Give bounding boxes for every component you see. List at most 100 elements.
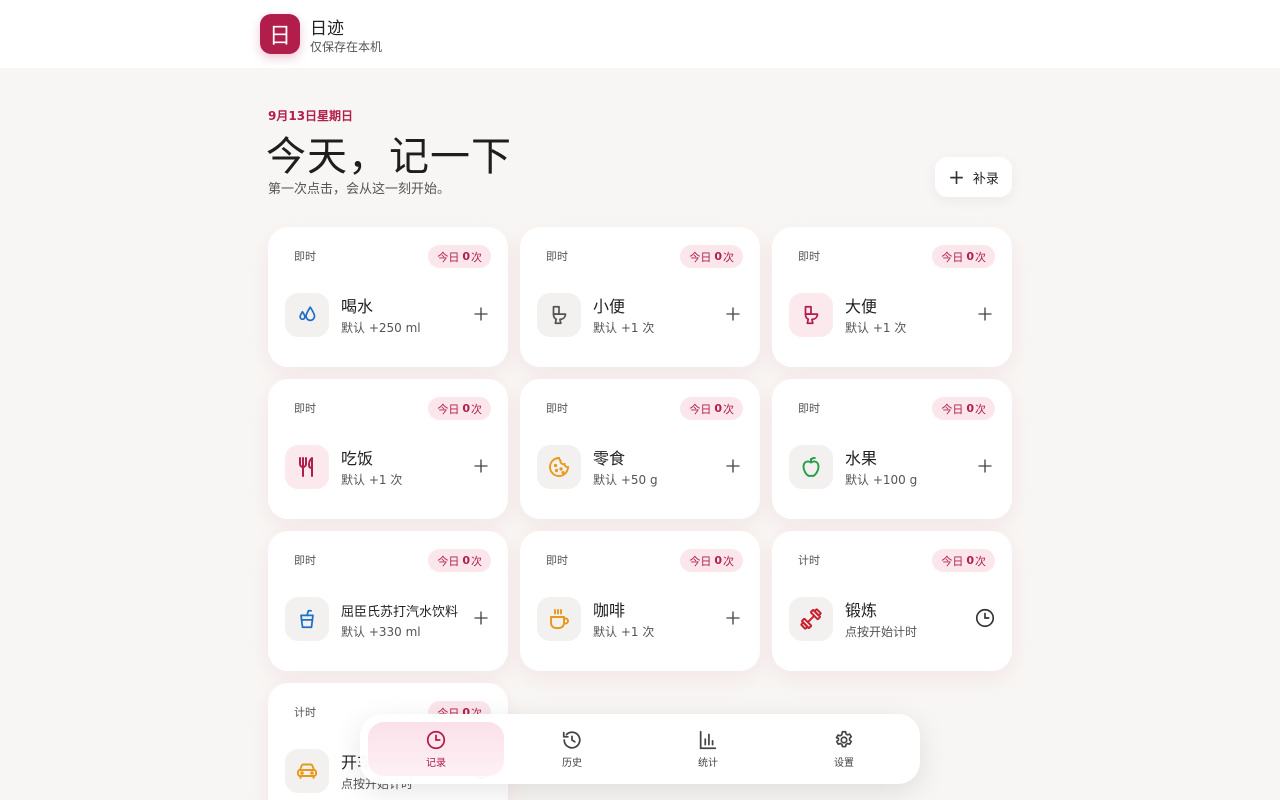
card-kind: 计时 [798, 554, 820, 567]
history-icon [561, 729, 583, 751]
add-button[interactable] [722, 303, 744, 325]
add-button[interactable] [470, 607, 492, 629]
card-kind: 即时 [798, 402, 820, 415]
card-desc: 默认 +1 次 [845, 321, 907, 335]
nav-item-history[interactable]: 历史 [504, 722, 640, 776]
plus-icon [472, 609, 490, 627]
card-kind: 即时 [546, 250, 568, 263]
bottom-nav: 记录 历史 统计 设置 [360, 714, 920, 784]
badge-count: 0 [714, 250, 722, 263]
card-kind: 即时 [294, 402, 316, 415]
plus-icon [472, 457, 490, 475]
app-name: 日迹 [310, 19, 344, 39]
card-desc: 默认 +1 次 [341, 473, 403, 487]
card-name: 小便 [593, 297, 626, 316]
badge-suffix: 次 [975, 402, 986, 416]
add-button[interactable] [722, 607, 744, 629]
tracker-card-bowel[interactable]: 即时 今日 0 次 大便 默认 +1 次 [772, 227, 1012, 367]
date-label: 9月13日星期日 [268, 109, 354, 123]
badge-prefix: 今日 [689, 250, 712, 264]
badge-prefix: 今日 [941, 402, 964, 416]
plus-icon [724, 305, 742, 323]
plus-icon [472, 305, 490, 323]
nav-label: 历史 [562, 758, 582, 769]
top-bar: 日 日迹 仅保存在本机 [0, 0, 1280, 68]
tracker-card-drink-water[interactable]: 即时 今日 0 次 喝水 默认 +250 ml [268, 227, 508, 367]
today-count-badge: 今日 0 次 [428, 549, 491, 572]
card-kind: 即时 [294, 250, 316, 263]
badge-count: 0 [462, 554, 470, 567]
card-kind: 即时 [546, 554, 568, 567]
badge-suffix: 次 [471, 554, 482, 568]
plus-icon [976, 305, 994, 323]
gear-icon [833, 729, 855, 751]
page-subtitle: 第一次点击，会从这一刻开始。 [268, 182, 451, 197]
badge-prefix: 今日 [941, 554, 964, 568]
card-name: 喝水 [341, 297, 374, 316]
badge-count: 0 [966, 402, 974, 415]
badge-prefix: 今日 [437, 250, 460, 264]
add-button[interactable] [470, 303, 492, 325]
card-desc: 点按开始计时 [845, 625, 918, 639]
start-timer-button[interactable] [974, 607, 996, 629]
badge-count: 0 [462, 250, 470, 263]
card-name: 锻炼 [845, 601, 878, 620]
card-name: 咖啡 [593, 601, 626, 620]
tracker-card-exercise[interactable]: 计时 今日 0 次 锻炼 点按开始计时 [772, 531, 1012, 671]
card-desc: 默认 +1 次 [593, 625, 655, 639]
badge-prefix: 今日 [941, 250, 964, 264]
tracker-card-fruit[interactable]: 即时 今日 0 次 水果 默认 +100 g [772, 379, 1012, 519]
bar-chart-icon [697, 729, 719, 751]
today-count-badge: 今日 0 次 [932, 245, 995, 268]
badge-prefix: 今日 [689, 402, 712, 416]
tracker-card-snack[interactable]: 即时 今日 0 次 零食 默认 +50 g [520, 379, 760, 519]
add-record-label: 补录 [972, 171, 999, 187]
nav-item-settings[interactable]: 设置 [776, 722, 912, 776]
card-name: 吃饭 [341, 449, 374, 468]
add-button[interactable] [722, 455, 744, 477]
car-icon [285, 749, 329, 793]
card-name: 零食 [593, 449, 626, 468]
card-desc: 默认 +1 次 [593, 321, 655, 335]
add-button[interactable] [974, 455, 996, 477]
app-subtitle: 仅保存在本机 [310, 40, 383, 54]
today-count-badge: 今日 0 次 [428, 245, 491, 268]
plus-icon: + [948, 165, 965, 189]
card-kind: 计时 [294, 706, 316, 719]
nav-item-record[interactable]: 记录 [368, 722, 504, 776]
badge-suffix: 次 [975, 554, 986, 568]
add-button[interactable] [470, 455, 492, 477]
tracker-card-soda[interactable]: 即时 今日 0 次 屈臣氏苏打汽水饮料 默认 +330 ml [268, 531, 508, 671]
add-button[interactable] [974, 303, 996, 325]
today-count-badge: 今日 0 次 [680, 549, 743, 572]
tracker-card-meal[interactable]: 即时 今日 0 次 吃饭 默认 +1 次 [268, 379, 508, 519]
toilet-icon [789, 293, 833, 337]
badge-suffix: 次 [975, 250, 986, 264]
toilet-icon [537, 293, 581, 337]
utensils-icon [285, 445, 329, 489]
today-count-badge: 今日 0 次 [428, 397, 491, 420]
tracker-card-coffee[interactable]: 即时 今日 0 次 咖啡 默认 +1 次 [520, 531, 760, 671]
timer-icon [974, 607, 996, 629]
add-record-button[interactable]: + 补录 [935, 157, 1012, 197]
card-kind: 即时 [294, 554, 316, 567]
badge-suffix: 次 [723, 554, 734, 568]
card-name: 屈臣氏苏打汽水饮料 [341, 605, 459, 620]
badge-count: 0 [714, 402, 722, 415]
today-count-badge: 今日 0 次 [680, 245, 743, 268]
tracker-card-urinate[interactable]: 即时 今日 0 次 小便 默认 +1 次 [520, 227, 760, 367]
today-count-badge: 今日 0 次 [932, 397, 995, 420]
today-count-badge: 今日 0 次 [680, 397, 743, 420]
badge-prefix: 今日 [437, 554, 460, 568]
cookie-icon [537, 445, 581, 489]
soda-cup-icon [285, 597, 329, 641]
card-desc: 默认 +100 g [845, 473, 918, 487]
badge-count: 0 [966, 250, 974, 263]
nav-label: 统计 [698, 758, 718, 769]
badge-prefix: 今日 [689, 554, 712, 568]
badge-count: 0 [966, 554, 974, 567]
nav-item-stats[interactable]: 统计 [640, 722, 776, 776]
plus-icon [724, 609, 742, 627]
nav-label: 记录 [426, 758, 446, 769]
plus-icon [724, 457, 742, 475]
